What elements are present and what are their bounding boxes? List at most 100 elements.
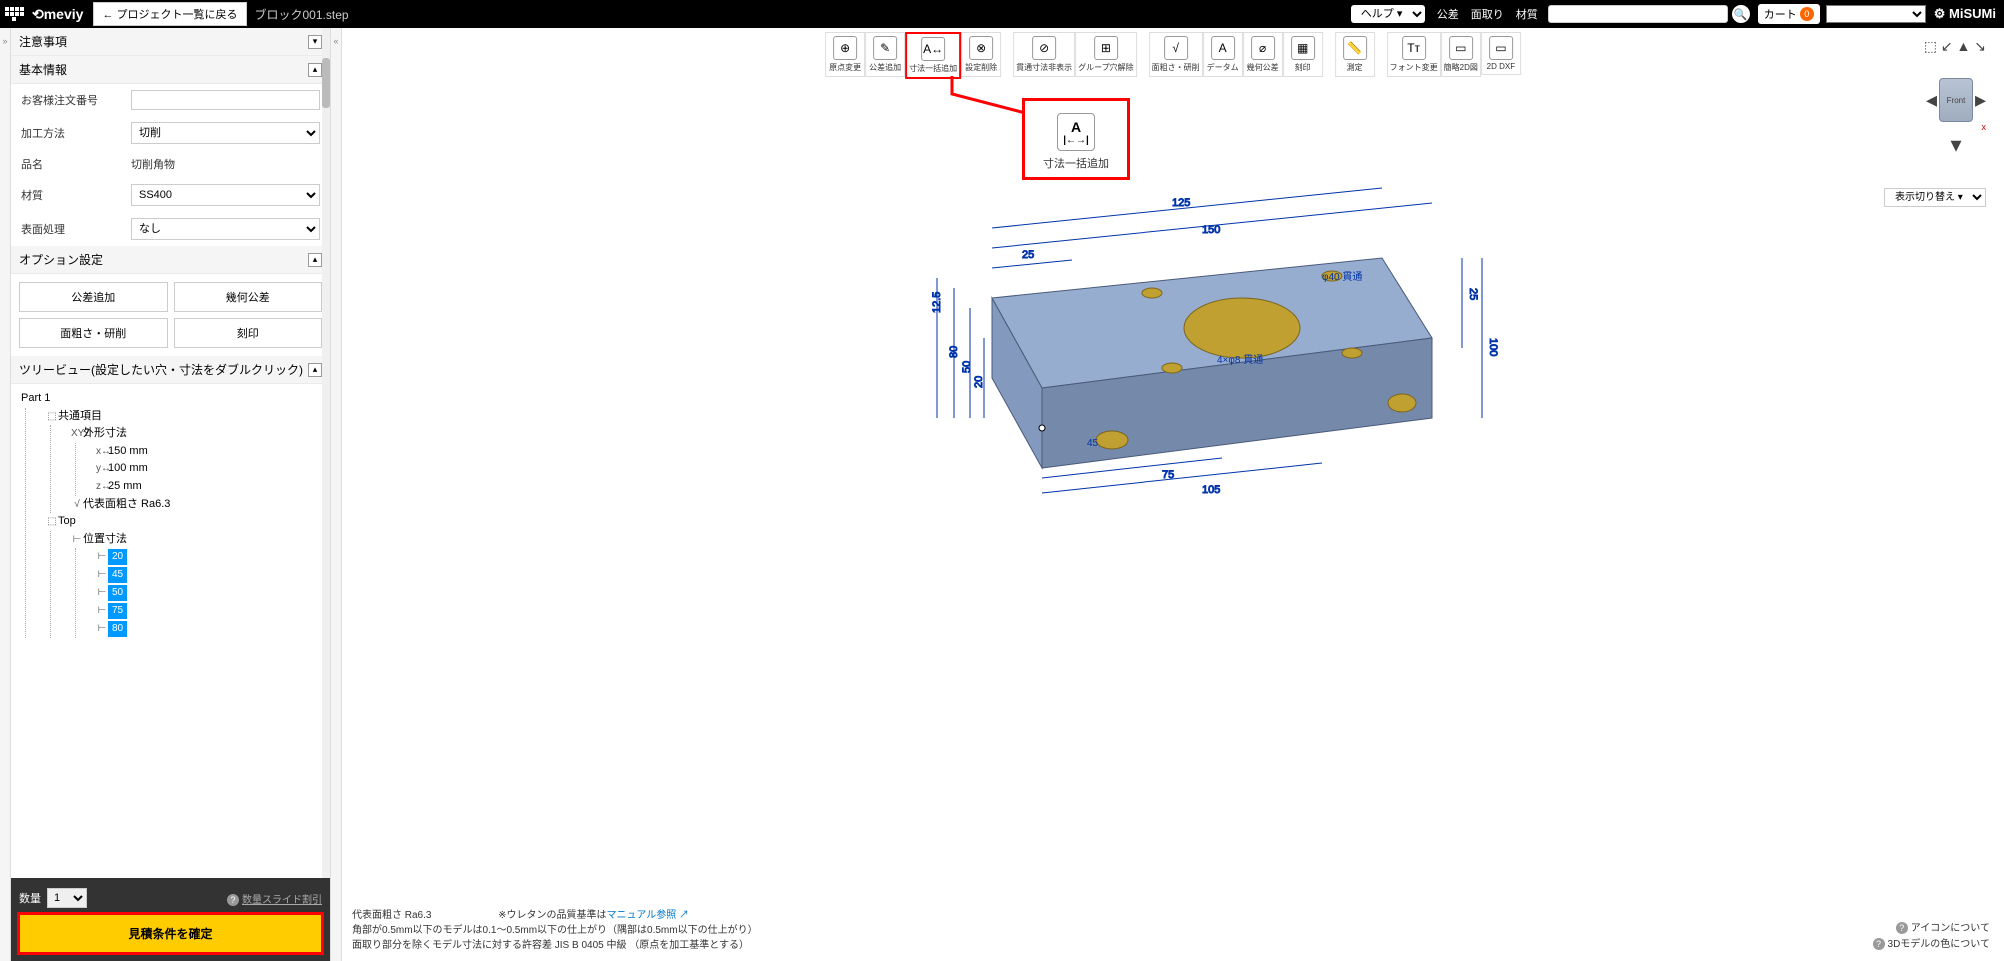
search-input[interactable] <box>1548 5 1728 23</box>
top-link-chamfer[interactable]: 面取り <box>1471 6 1504 22</box>
tool-icon: ⊞ <box>1094 36 1118 60</box>
callout-icon: A |←→| <box>1057 113 1095 151</box>
tool-label: 設定削除 <box>965 62 997 73</box>
tool-label: 刻印 <box>1295 62 1311 73</box>
dim-y-icon: y↔ <box>96 461 108 477</box>
tree-root[interactable]: Part 1 <box>21 390 320 408</box>
tree-roughness[interactable]: 代表面粗さ Ra6.3 <box>83 498 170 510</box>
tool-icon: ✎ <box>873 36 897 60</box>
3d-view-area[interactable]: ⊕原点変更✎公差追加 A↔ 寸法一括追加 ⊗設定削除 ⊘貫通寸法非表示⊞グループ穴解除 √… <box>342 28 2004 961</box>
tool-label: 原点変更 <box>829 62 861 73</box>
method-label: 加工方法 <box>21 125 131 141</box>
3d-model[interactable]: 125 150 25 12.5 80 50 20 25 100 <box>822 178 1522 598</box>
tool-公差追加[interactable]: ✎公差追加 <box>865 32 905 77</box>
help-dropdown[interactable]: ヘルプ ▾ <box>1351 5 1425 23</box>
tool-データム[interactable]: Aデータム <box>1203 32 1243 77</box>
about-icons-link[interactable]: アイコンについて <box>1911 923 1990 934</box>
bottom-info: 代表面粗さ Ra6.3 ※ウレタンの品質基準はマニュアル参照 ↗ 角部が0.5m… <box>352 908 758 953</box>
tool-設定削除[interactable]: ⊗設定削除 <box>961 32 1001 77</box>
search-icon[interactable]: 🔍 <box>1732 5 1750 23</box>
tree-posval[interactable]: 80 <box>108 621 127 637</box>
svg-text:125: 125 <box>1172 197 1190 209</box>
cart-button[interactable]: カート0 <box>1758 4 1820 24</box>
tool-icon: ⌀ <box>1251 36 1275 60</box>
tool-icon: 📏 <box>1343 36 1367 60</box>
qty-slide-discount-link[interactable]: ?数量スライド割引 <box>227 891 322 906</box>
collapse-icon[interactable]: ▴ <box>308 363 322 377</box>
manual-link[interactable]: マニュアル参照 ↗ <box>607 910 689 921</box>
tree-common[interactable]: 共通項目 <box>58 410 102 422</box>
method-select[interactable]: 切削 <box>131 122 320 144</box>
tree-top[interactable]: Top <box>58 515 76 527</box>
cart-count-badge: 0 <box>1800 7 1814 21</box>
back-to-projects-button[interactable]: ← プロジェクト一覧に戻る <box>93 2 246 26</box>
opt-engrave-button[interactable]: 刻印 <box>174 318 323 348</box>
tool-測定[interactable]: 📏測定 <box>1335 32 1375 77</box>
tree-dim[interactable]: 100 mm <box>108 462 148 474</box>
confirm-highlight: 見積条件を確定 <box>17 912 324 955</box>
section-tree[interactable]: ツリービュー(設定したい穴・寸法をダブルクリック)▴ <box>11 356 330 384</box>
tree-posdim[interactable]: 位置寸法 <box>83 533 127 545</box>
tree-dim[interactable]: 25 mm <box>108 480 142 492</box>
tool-幾何公差[interactable]: ⌀幾何公差 <box>1243 32 1283 77</box>
opt-tolerance-button[interactable]: 公差追加 <box>19 282 168 312</box>
tool-フォント変更[interactable]: Tтフォント変更 <box>1387 32 1441 77</box>
user-dropdown[interactable] <box>1826 5 1926 23</box>
tool-label: 簡略2D図 <box>1444 62 1478 73</box>
tool-貫通寸法非表示[interactable]: ⊘貫通寸法非表示 <box>1013 32 1075 77</box>
tool-label: 寸法一括追加 <box>909 63 957 74</box>
scrollbar[interactable] <box>322 28 330 878</box>
tool-グループ穴解除[interactable]: ⊞グループ穴解除 <box>1075 32 1137 77</box>
tool-簡略2D図[interactable]: ▭ 簡略2D図 <box>1441 32 1481 77</box>
order-no-input[interactable] <box>131 90 320 110</box>
apps-icon[interactable] <box>4 4 24 24</box>
callout-tooltip: A |←→| 寸法一括追加 <box>1022 98 1130 180</box>
about-colors-link[interactable]: 3Dモデルの色について <box>1888 939 1990 950</box>
tool-原点変更[interactable]: ⊕原点変更 <box>825 32 865 77</box>
view-switch-dropdown[interactable]: 表示切り替え ▾ <box>1884 188 1986 207</box>
mid-expander[interactable]: « <box>331 28 342 961</box>
top-link-material[interactable]: 材質 <box>1516 6 1538 22</box>
surface-select[interactable]: なし <box>131 218 320 240</box>
svg-text:105: 105 <box>1202 484 1220 496</box>
section-notes[interactable]: 注意事項▾ <box>11 28 330 56</box>
tree-dim[interactable]: 150 mm <box>108 445 148 457</box>
section-basic[interactable]: 基本情報▴ <box>11 56 330 84</box>
tool-icon: ▦ <box>1291 36 1315 60</box>
tree-gaikei[interactable]: 外形寸法 <box>83 427 127 439</box>
svg-text:25: 25 <box>1022 249 1034 261</box>
collapse-icon[interactable]: ▾ <box>308 35 322 49</box>
help-icon[interactable]: ? <box>1896 922 1908 934</box>
confirm-quote-button[interactable]: 見積条件を確定 <box>20 915 321 952</box>
tool-icon: ⊘ <box>1032 36 1056 60</box>
xyz-icon: XYZ <box>71 426 83 442</box>
tool-icon: ▭ <box>1449 36 1473 60</box>
tool-icon: A↔ <box>921 37 945 61</box>
opt-geom-tol-button[interactable]: 幾何公差 <box>174 282 323 312</box>
left-expander[interactable]: » <box>0 28 11 961</box>
tool-2D DXF[interactable]: ▭2D DXF <box>1481 32 1521 75</box>
cart-label: カート <box>1764 6 1797 22</box>
qty-select[interactable]: 1 <box>47 888 87 908</box>
help-icon[interactable]: ? <box>1873 938 1885 950</box>
tree-posval[interactable]: 45 <box>108 567 127 583</box>
top-link-tolerance[interactable]: 公差 <box>1437 6 1459 22</box>
tree-posval[interactable]: 20 <box>108 549 127 565</box>
rotation-triad[interactable]: ⬚ ↙ ▲ ↘ <box>1924 38 1986 55</box>
callout-label: 寸法一括追加 <box>1043 155 1109 171</box>
view-cube[interactable]: ◂Front▸ x ▾ <box>1926 78 1986 158</box>
material-select[interactable]: SS400 <box>131 184 320 206</box>
tool-刻印[interactable]: ▦ 刻印 <box>1283 32 1323 77</box>
material-label: 材質 <box>21 187 131 203</box>
tool-面粗さ・研削[interactable]: √面粗さ・研削 <box>1149 32 1203 77</box>
collapse-icon[interactable]: ▴ <box>308 63 322 77</box>
tool-label: フォント変更 <box>1390 62 1438 73</box>
opt-roughness-button[interactable]: 面粗さ・研削 <box>19 318 168 348</box>
tree-posval[interactable]: 75 <box>108 603 127 619</box>
section-options[interactable]: オプション設定▴ <box>11 246 330 274</box>
view-toolbar: ⊕原点変更✎公差追加 A↔ 寸法一括追加 ⊗設定削除 ⊘貫通寸法非表示⊞グループ穴解除 √… <box>825 32 1521 79</box>
tool-寸法一括追加[interactable]: A↔ 寸法一括追加 <box>905 32 961 79</box>
collapse-icon[interactable]: ▴ <box>308 253 322 267</box>
logo-text: meviy <box>44 6 84 22</box>
tree-posval[interactable]: 50 <box>108 585 127 601</box>
